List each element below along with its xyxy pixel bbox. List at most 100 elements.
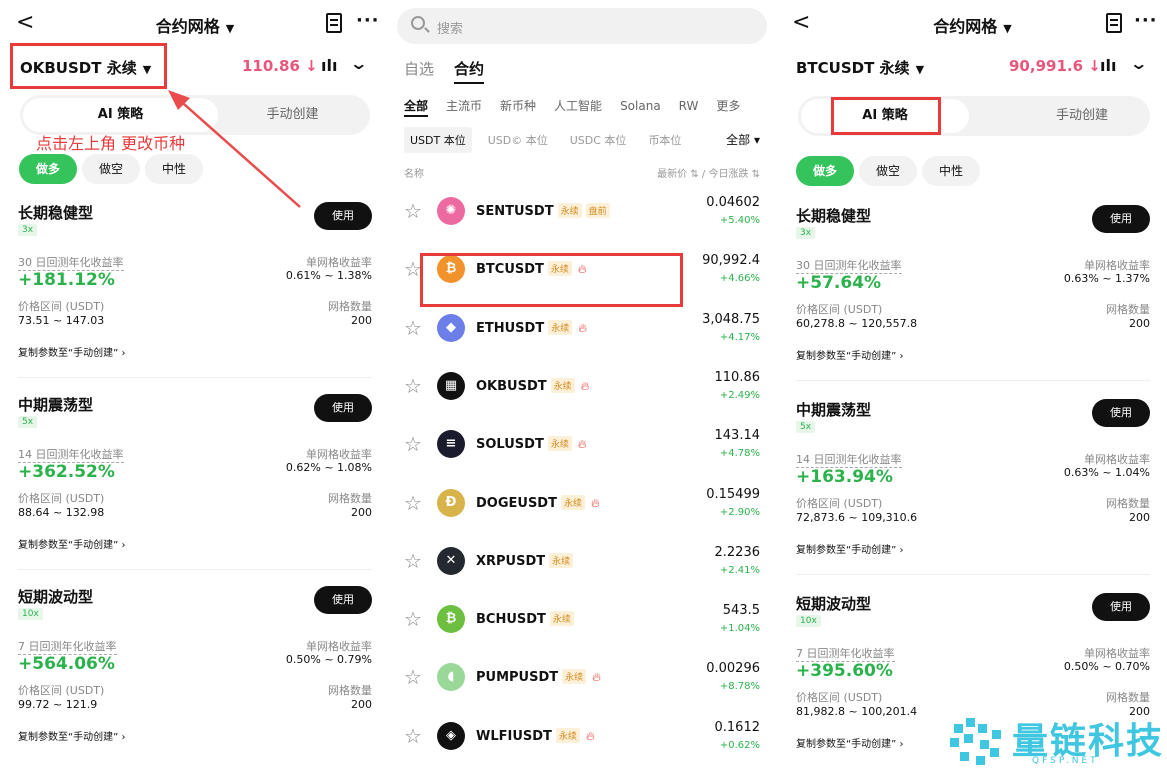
star-icon[interactable]: ☆ [404,724,422,748]
ticker-row[interactable]: ☆ ◆ ETHUSDT 永续 🔥︎ 3,048.75 +4.17% [390,302,778,360]
star-icon[interactable]: ☆ [404,549,422,573]
ticker-price: 543.5 [722,603,760,619]
cat-solana[interactable]: Solana [620,99,661,113]
more-icon[interactable]: ··· [1134,10,1158,31]
chip-short[interactable]: 做空 [82,154,141,184]
margin-filters: USDT 本位 USD© 本位 USDC 本位 币本位 [404,127,697,153]
star-icon[interactable]: ☆ [404,374,422,398]
ticker-change: +0.62% [719,739,760,751]
leverage-badge: 10x [18,608,43,620]
tag-perpetual: 永续 [548,319,573,335]
price-range-label: 价格区间 (USDT) [796,303,883,316]
ticker-symbol: BCHUSDT 永续 [476,611,574,627]
ticker-row[interactable]: ☆ ✕ XRPUSDT 永续 2.2236 +2.41% [390,535,778,593]
ticker-change: +1.04% [719,623,760,635]
ticker-row[interactable]: ☆ Ð DOGEUSDT 永续 🔥︎ 0.15499 +2.90% [390,477,778,535]
candlestick-icon[interactable]: ılı [321,56,337,75]
document-icon[interactable] [1106,13,1122,33]
copy-params-link[interactable]: 复制参数至“手动创建” › [18,344,126,359]
cat-new[interactable]: 新币种 [500,99,536,113]
cat-ai[interactable]: 人工智能 [554,99,602,113]
grid-return-value: 0.63% ~ 1.04% [1063,466,1150,479]
tab-manual-create[interactable]: 手动创建 [998,96,1166,136]
right-panel: < 合约网格 ▼ ··· BTCUSDT 永续 ▼ 90,991.6 ↓ ılı ⌄… [778,0,1167,774]
filter-usdt[interactable]: USDT 本位 [404,127,472,153]
grid-return-label: 单网格收益率 [306,640,372,653]
ticker-row[interactable]: ☆ ₿ BCHUSDT 永续 543.5 +1.04% [390,593,778,651]
document-icon[interactable] [326,13,342,33]
ticker-row[interactable]: ☆ ◖ PUMPUSDT 永续 🔥︎ 0.00296 +8.78% [390,651,778,709]
ticker-row[interactable]: ☆ ≡ SOLUSDT 永续 🔥︎ 143.14 +4.78% [390,418,778,476]
grid-return-value: 0.63% ~ 1.37% [1063,272,1150,285]
grid-count-value: 200 [351,698,372,711]
header-price-change[interactable]: 最新价 ⇅ / 今日涨跌 ⇅ [657,165,760,180]
star-icon[interactable]: ☆ [404,607,422,631]
annotation-arrow-icon [168,90,301,208]
use-button[interactable]: 使用 [314,394,372,422]
ticker-row[interactable]: ☆ ▦ OKBUSDT 永续 🔥︎ 110.86 +2.49% [390,360,778,418]
tag-perpetual: 永续 [555,727,580,743]
logo-square [964,734,973,743]
copy-params-link[interactable]: 复制参数至“手动创建” › [796,347,904,362]
coin-icon: ◈ [437,721,465,750]
ticker-change: +4.78% [719,448,760,460]
logo-square [954,724,963,733]
chip-short[interactable]: 做空 [859,156,918,186]
fire-icon: 🔥︎ [577,437,587,452]
ticker-row[interactable]: ☆ ◈ WLFIUSDT 永续 🔥︎ 0.1612 +0.62% [390,710,778,768]
grid-return-label: 单网格收益率 [306,448,372,461]
coin-icon: Ð [437,488,465,517]
grid-return-label: 单网格收益率 [1084,453,1150,466]
star-icon[interactable]: ☆ [404,432,422,456]
card-name: 中期震荡型 [18,396,94,414]
star-icon[interactable]: ☆ [404,491,422,515]
pair-selector[interactable]: BTCUSDT 永续 ▼ [796,57,924,78]
candlestick-icon[interactable]: ılı [1100,56,1116,75]
cat-rwa[interactable]: RW [679,99,699,113]
tag-perpetual: 永续 [550,377,575,393]
copy-params-link[interactable]: 复制参数至“手动创建” › [796,541,904,556]
copy-params-link[interactable]: 复制参数至“手动创建” › [18,536,126,551]
use-button[interactable]: 使用 [314,202,372,230]
tab-favorites[interactable]: 自选 [404,60,434,78]
ticker-row[interactable]: ☆ ✺ SENTUSDT 永续 盘前 0.04602 +5.40% [390,185,778,243]
return-label: 30 日回测年化收益率 [796,259,902,274]
chip-neutral[interactable]: 中性 [922,156,981,186]
ticker-price: 0.04602 [706,195,760,210]
cat-all[interactable]: 全部 [404,99,428,113]
ticker-price: 0.15499 [706,486,760,502]
tag-perpetual: 永续 [557,203,582,218]
market-tabs: 自选 合约 [404,58,504,79]
all-dropdown[interactable]: 全部 ▾ [726,131,760,148]
cat-mainstream[interactable]: 主流币 [446,99,482,113]
filter-usdc[interactable]: USDC 本位 [564,127,633,153]
chip-long[interactable]: 做多 [796,156,855,186]
strategy-card: 中期震荡型 5x 使用 14 日回测年化收益率 单网格收益率 +163.94% … [796,399,1150,577]
top-bar: < 合约网格 ▼ ··· [0,0,390,48]
more-icon[interactable]: ··· [356,10,380,31]
star-icon[interactable]: ☆ [404,316,422,340]
chevron-down-icon[interactable]: ⌄ [1129,54,1148,73]
use-button[interactable]: 使用 [1092,205,1150,233]
search-bar[interactable]: 搜索 [397,8,767,44]
grid-count-label: 网格数量 [328,492,372,505]
tag-perpetual: 永续 [549,611,574,627]
tab-contracts[interactable]: 合约 [454,60,484,78]
copy-params-link[interactable]: 复制参数至“手动创建” › [18,728,126,743]
copy-params-link[interactable]: 复制参数至“手动创建” › [796,735,904,750]
filter-usd[interactable]: USD© 本位 [482,127,554,153]
grid-count-value: 200 [351,314,372,327]
use-button[interactable]: 使用 [314,586,372,614]
cat-more[interactable]: 更多 [716,99,740,113]
star-icon[interactable]: ☆ [404,199,422,223]
direction-chips: 做多 做空 中性 [796,156,985,186]
coin-icon: ▦ [437,371,465,400]
search-placeholder: 搜索 [437,22,464,37]
filter-coin[interactable]: 币本位 [642,127,687,153]
use-button[interactable]: 使用 [1092,593,1150,621]
chip-long[interactable]: 做多 [19,154,78,184]
use-button[interactable]: 使用 [1092,399,1150,427]
chevron-down-icon[interactable]: ⌄ [349,54,368,73]
grid-return-value: 0.62% ~ 1.08% [285,461,372,474]
star-icon[interactable]: ☆ [404,665,422,689]
